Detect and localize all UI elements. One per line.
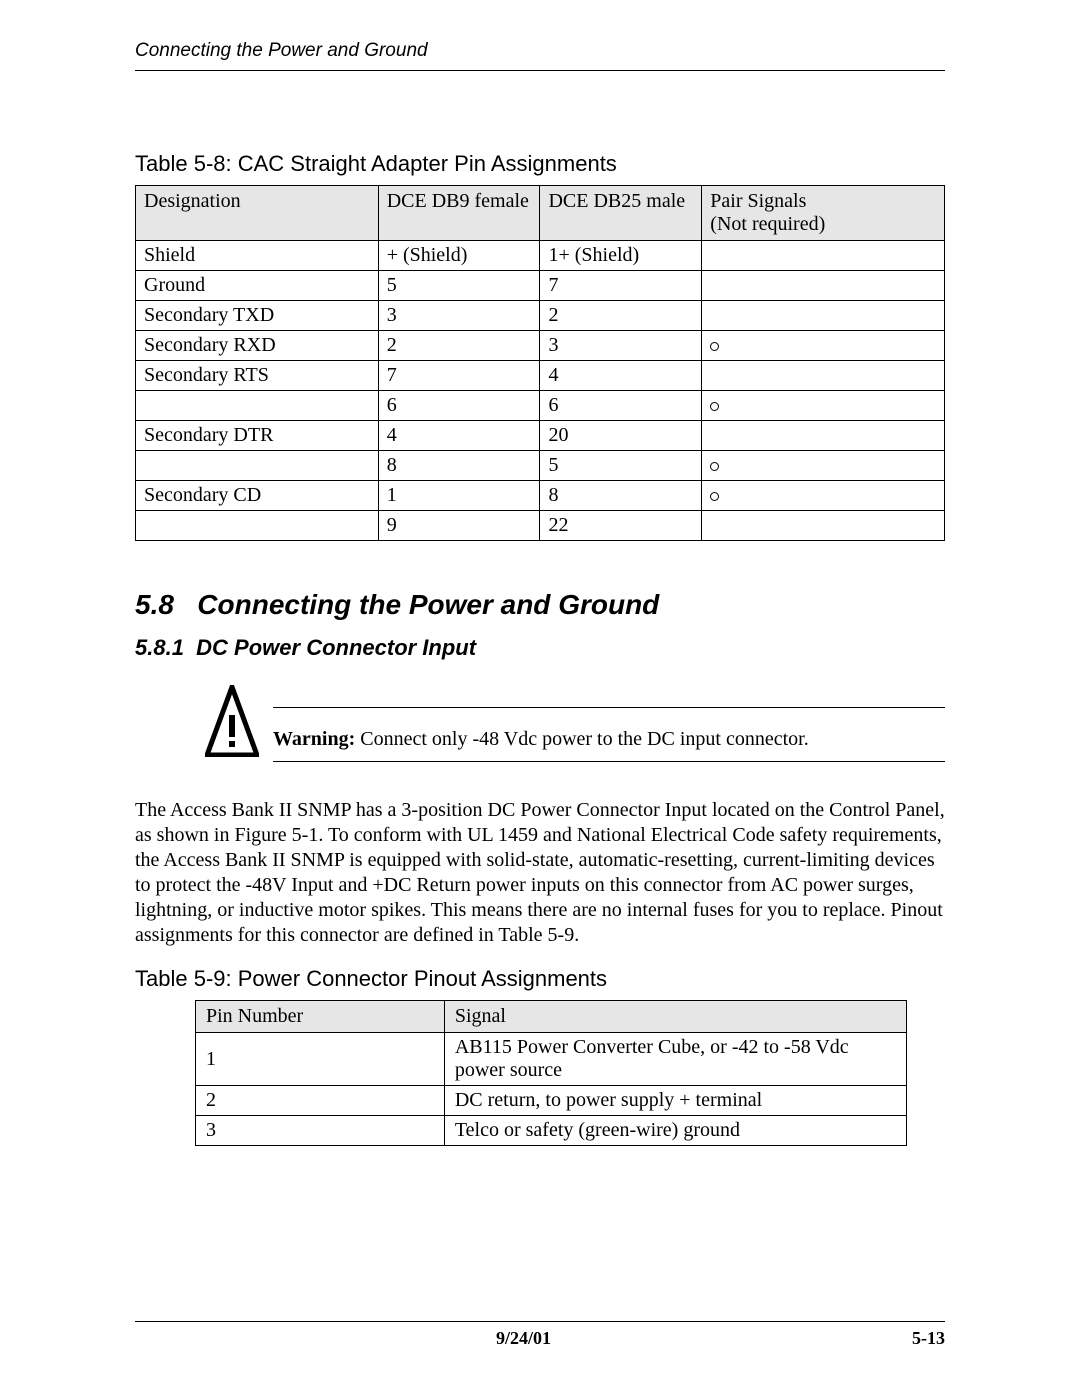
circle-mark-icon [710, 492, 719, 501]
cell-signal: AB115 Power Converter Cube, or -42 to -5… [444, 1033, 906, 1086]
cell-db9: 7 [378, 361, 540, 391]
cell-db9: 4 [378, 421, 540, 451]
cell-pair-signal [702, 451, 945, 481]
cell-designation: Secondary CD [136, 481, 379, 511]
pair-signals-line2: (Not required) [710, 213, 825, 235]
col-signal: Signal [444, 1001, 906, 1033]
cell-db25: 2 [540, 301, 702, 331]
running-header: Connecting the Power and Ground [135, 40, 945, 62]
cell-db25: 4 [540, 361, 702, 391]
table-row: 66 [136, 391, 945, 421]
header-rule [135, 70, 945, 71]
warning-bottom-rule [273, 761, 945, 762]
subsection-heading: 5.8.1 DC Power Connector Input [135, 635, 945, 661]
cell-pair-signal [702, 421, 945, 451]
cell-db25: 20 [540, 421, 702, 451]
cell-db9: 5 [378, 271, 540, 301]
table-row: 922 [136, 511, 945, 541]
cell-db9: + (Shield) [378, 241, 540, 271]
warning-block: Warning: Connect only -48 Vdc power to t… [205, 685, 945, 762]
cell-pair-signal [702, 481, 945, 511]
table-row: Secondary CD18 [136, 481, 945, 511]
cell-db9: 2 [378, 331, 540, 361]
cell-designation: Secondary TXD [136, 301, 379, 331]
cell-pin-number: 2 [196, 1086, 445, 1116]
warning-triangle-icon [205, 685, 259, 762]
cell-db25: 7 [540, 271, 702, 301]
table-5-8: Designation DCE DB9 female DCE DB25 male… [135, 185, 945, 541]
section-title: Connecting the Power and Ground [197, 589, 659, 620]
table-header-row: Pin Number Signal [196, 1001, 907, 1033]
table-row: Secondary DTR420 [136, 421, 945, 451]
cell-pair-signal [702, 511, 945, 541]
footer-rule [135, 1321, 945, 1322]
col-db9: DCE DB9 female [378, 186, 540, 241]
cell-designation: Secondary RTS [136, 361, 379, 391]
table-row: Shield+ (Shield)1+ (Shield) [136, 241, 945, 271]
cell-designation [136, 391, 379, 421]
table-row: 2DC return, to power supply + terminal [196, 1086, 907, 1116]
pair-signals-line1: Pair Signals [710, 190, 806, 212]
table-row: Secondary RXD23 [136, 331, 945, 361]
table-5-8-caption: Table 5-8: CAC Straight Adapter Pin Assi… [135, 151, 945, 177]
warning-label: Warning: [273, 728, 355, 750]
footer-date: 9/24/01 [135, 1328, 912, 1349]
page-footer: 9/24/01 5-13 [135, 1321, 945, 1349]
cell-pair-signal [702, 241, 945, 271]
cell-designation: Secondary RXD [136, 331, 379, 361]
section-number: 5.8 [135, 589, 174, 620]
cell-pin-number: 1 [196, 1033, 445, 1086]
table-5-9-caption: Table 5-9: Power Connector Pinout Assign… [135, 966, 945, 992]
col-pin-number: Pin Number [196, 1001, 445, 1033]
cell-db25: 8 [540, 481, 702, 511]
table-header-row: Designation DCE DB9 female DCE DB25 male… [136, 186, 945, 241]
table-row: 1AB115 Power Converter Cube, or -42 to -… [196, 1033, 907, 1086]
cell-db25: 3 [540, 331, 702, 361]
table-row: Secondary RTS74 [136, 361, 945, 391]
cell-designation: Secondary DTR [136, 421, 379, 451]
col-db25: DCE DB25 male [540, 186, 702, 241]
cell-db25: 6 [540, 391, 702, 421]
cell-signal: DC return, to power supply + terminal [444, 1086, 906, 1116]
cell-pair-signal [702, 271, 945, 301]
footer-page-number: 5-13 [912, 1328, 945, 1349]
circle-mark-icon [710, 402, 719, 411]
cell-pair-signal [702, 301, 945, 331]
col-designation: Designation [136, 186, 379, 241]
cell-db9: 1 [378, 481, 540, 511]
circle-mark-icon [710, 342, 719, 351]
table-row: 85 [136, 451, 945, 481]
warning-message: Connect only -48 Vdc power to the DC inp… [355, 728, 808, 750]
cell-db9: 3 [378, 301, 540, 331]
cell-pair-signal [702, 361, 945, 391]
cell-designation [136, 451, 379, 481]
warning-text: Warning: Connect only -48 Vdc power to t… [273, 708, 945, 761]
table-row: 3Telco or safety (green-wire) ground [196, 1116, 907, 1146]
cell-signal: Telco or safety (green-wire) ground [444, 1116, 906, 1146]
cell-db9: 8 [378, 451, 540, 481]
cell-db25: 1+ (Shield) [540, 241, 702, 271]
table-row: Secondary TXD32 [136, 301, 945, 331]
cell-designation: Shield [136, 241, 379, 271]
circle-mark-icon [710, 462, 719, 471]
cell-db9: 9 [378, 511, 540, 541]
table-5-9: Pin Number Signal 1AB115 Power Converter… [195, 1000, 907, 1146]
cell-designation: Ground [136, 271, 379, 301]
cell-db9: 6 [378, 391, 540, 421]
cell-pair-signal [702, 391, 945, 421]
table-row: Ground57 [136, 271, 945, 301]
cell-pin-number: 3 [196, 1116, 445, 1146]
col-pair-signals: Pair Signals (Not required) [702, 186, 945, 241]
section-heading: 5.8 Connecting the Power and Ground [135, 589, 945, 621]
cell-pair-signal [702, 331, 945, 361]
cell-designation [136, 511, 379, 541]
body-paragraph: The Access Bank II SNMP has a 3-position… [135, 798, 945, 948]
cell-db25: 22 [540, 511, 702, 541]
cell-db25: 5 [540, 451, 702, 481]
subsection-number: 5.8.1 [135, 635, 184, 660]
subsection-title: DC Power Connector Input [196, 635, 476, 660]
